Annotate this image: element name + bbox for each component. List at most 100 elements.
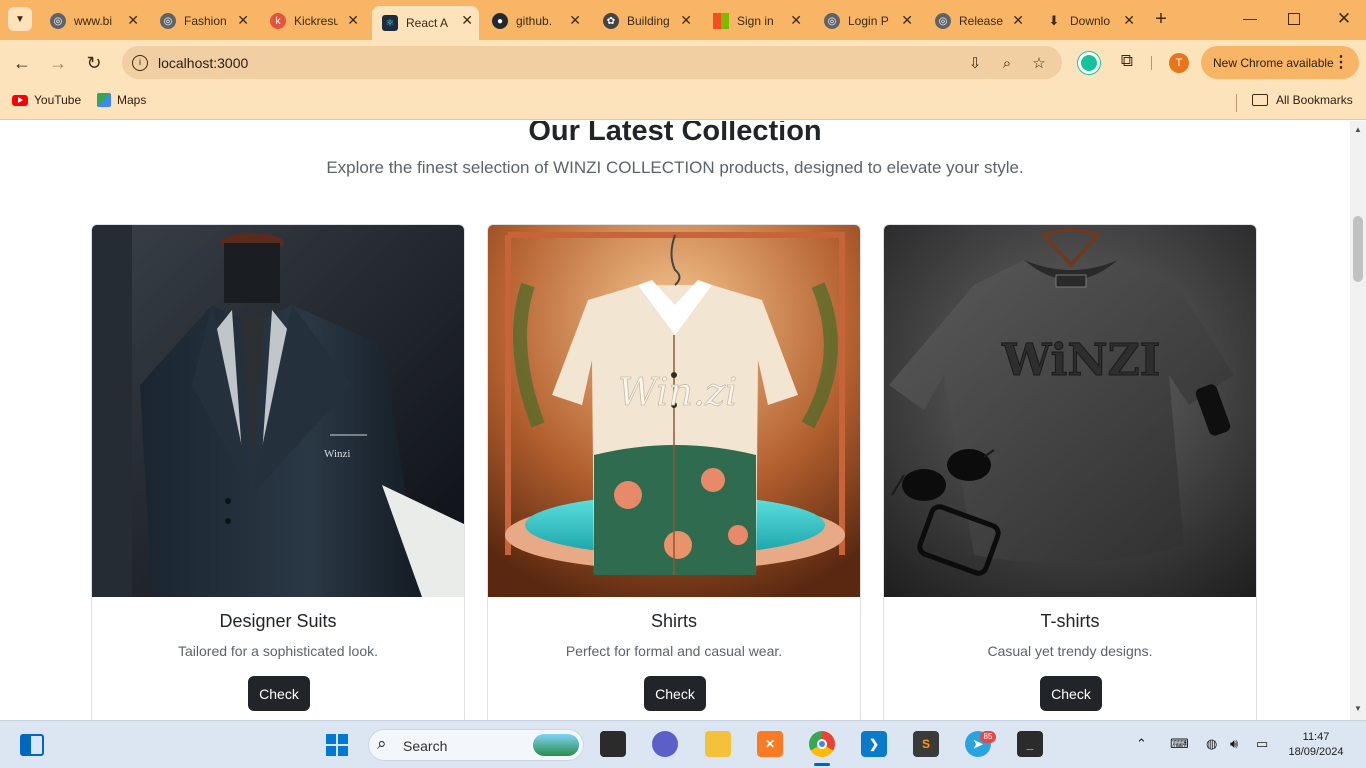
openai-icon: ✿ — [603, 13, 619, 29]
volume-icon[interactable]: 🔊︎ — [1230, 736, 1238, 752]
shirt-image: Win.zi — [488, 225, 860, 597]
card-description: Casual yet trendy designs. — [987, 643, 1153, 659]
close-icon[interactable]: ✕ — [1012, 12, 1024, 28]
minimize-icon[interactable]: — — [1240, 10, 1260, 30]
product-card-t-shirts: WiNZI T-shirts Casual yet trendy designs… — [883, 224, 1257, 720]
maps-icon — [97, 93, 111, 107]
clock-date: 18/09/2024 — [1288, 746, 1344, 758]
scroll-down-arrow[interactable]: ▼ — [1354, 704, 1362, 713]
github-icon: ● — [492, 13, 508, 29]
youtube-icon — [12, 94, 28, 106]
globe-icon: ◎ — [50, 13, 66, 29]
close-icon[interactable]: ✕ — [347, 12, 359, 28]
kickresume-icon: k — [270, 13, 286, 29]
search-highlight-icon — [533, 734, 579, 756]
page-content: Our Latest Collection Explore the finest… — [0, 121, 1350, 720]
close-icon[interactable]: ✕ — [461, 12, 473, 28]
page-scrollbar[interactable]: ▲ ▼ — [1350, 121, 1366, 720]
page-title: Our Latest Collection — [528, 121, 822, 147]
tab-0[interactable]: ◎ www.bi ✕ — [40, 6, 145, 36]
widgets-icon[interactable] — [20, 734, 44, 756]
close-icon[interactable]: ✕ — [790, 12, 802, 28]
address-bar[interactable]: i localhost:3000 ⇩ ⌕ ☆ — [122, 46, 1062, 79]
tab-9[interactable]: ⬇ Downlo ✕ — [1036, 6, 1141, 36]
show-hidden-icons[interactable]: ⌃ — [1136, 736, 1147, 752]
install-app-icon[interactable]: ⇩ — [964, 52, 986, 74]
restore-icon[interactable] — [1288, 13, 1300, 25]
close-icon[interactable]: ✕ — [237, 12, 249, 28]
microsoft-icon — [713, 13, 729, 29]
bookmarks-divider — [1236, 94, 1237, 112]
suit-logo: Winzi — [324, 448, 350, 460]
battery-icon[interactable]: ▭ — [1256, 736, 1268, 752]
tab-8[interactable]: ◎ Release ✕ — [925, 6, 1030, 36]
clock-time: 11:47 — [1302, 731, 1330, 743]
browser-toolbar: ← → ↻ i localhost:3000 ⇩ ⌕ ☆ ⧉ T New Chr… — [0, 40, 1366, 85]
close-icon[interactable]: ✕ — [1123, 12, 1135, 28]
tab-search-button[interactable]: ▼ — [8, 7, 32, 31]
search-icon: ⌕ — [377, 734, 387, 753]
zoom-icon[interactable]: ⌕ — [996, 52, 1018, 74]
tab-4[interactable]: ● github. ✕ — [482, 6, 587, 36]
more-menu-icon[interactable]: ⋮ — [1333, 52, 1349, 72]
card-title: Shirts — [650, 611, 697, 631]
chrome-icon[interactable] — [809, 731, 835, 757]
globe-icon: ◎ — [935, 13, 951, 29]
check-button-shirts[interactable]: Check — [644, 676, 706, 711]
clock[interactable]: 11:47 18/09/2024 — [1284, 730, 1348, 760]
new-chrome-available-button[interactable]: New Chrome available ⋮ — [1201, 46, 1359, 79]
close-icon[interactable]: ✕ — [901, 12, 913, 28]
taskbar-search[interactable]: ⌕ Search — [368, 729, 584, 761]
task-view-icon[interactable] — [600, 731, 626, 757]
tab-2[interactable]: k Kickresu ✕ — [260, 6, 365, 36]
profile-avatar[interactable]: T — [1169, 53, 1189, 73]
scroll-up-arrow[interactable]: ▲ — [1354, 125, 1362, 134]
tab-5[interactable]: ✿ Building ✕ — [593, 6, 698, 36]
react-icon: ⚛ — [382, 15, 398, 31]
tshirt-logo: WiNZI — [1001, 335, 1160, 386]
tab-1[interactable]: ◎ Fashion ✕ — [150, 6, 255, 36]
close-icon[interactable]: ✕ — [680, 12, 692, 28]
page-subtitle: Explore the finest selection of WINZI CO… — [326, 158, 1024, 177]
tab-3[interactable]: ⚛ React A ✕ — [372, 6, 479, 40]
suit-image: Winzi — [92, 225, 464, 597]
start-icon[interactable] — [326, 734, 348, 756]
bookmark-maps[interactable]: Maps — [97, 93, 146, 107]
globe-icon: ◎ — [824, 13, 840, 29]
reload-icon[interactable]: ↻ — [81, 50, 107, 76]
grammarly-icon[interactable] — [1078, 52, 1100, 74]
back-icon[interactable]: ← — [9, 50, 35, 76]
check-button-t-shirts[interactable]: Check — [1040, 676, 1102, 711]
chat-icon[interactable] — [652, 731, 678, 757]
tab-strip: ▼ ◎ www.bi ✕ ◎ Fashion ✕ k Kickresu ✕ ⚛ … — [0, 0, 1366, 40]
close-icon[interactable]: ✕ — [569, 12, 581, 28]
tab-7[interactable]: ◎ Login P ✕ — [814, 6, 919, 36]
extensions-icon[interactable]: ⧉ — [1116, 51, 1138, 73]
language-icon[interactable]: ◍ — [1206, 736, 1217, 752]
update-label: New Chrome available — [1213, 55, 1334, 70]
shirt-logo: Win.zi — [618, 370, 737, 414]
bookmark-youtube[interactable]: YouTube — [12, 93, 81, 107]
bookmark-star-icon[interactable]: ☆ — [1028, 52, 1050, 74]
forward-icon[interactable]: → — [45, 50, 71, 76]
keyboard-icon[interactable]: ⌨ — [1170, 736, 1189, 752]
site-info-icon[interactable]: i — [132, 55, 148, 71]
telegram-badge: 85 — [980, 731, 996, 743]
tab-6[interactable]: Sign in ✕ — [703, 6, 808, 36]
vscode-icon[interactable]: ❯ — [861, 731, 887, 757]
terminal-icon[interactable]: _ — [1017, 731, 1043, 757]
check-button-designer-suits[interactable]: Check — [248, 676, 310, 711]
chrome-active-indicator — [814, 763, 830, 766]
bookmarks-bar: YouTube Maps All Bookmarks — [0, 85, 1366, 120]
xampp-icon[interactable]: ✕ — [757, 731, 783, 757]
all-bookmarks-button[interactable]: All Bookmarks — [1252, 93, 1353, 107]
new-tab-button[interactable]: + — [1150, 8, 1172, 30]
folder-icon — [1252, 94, 1268, 106]
globe-icon: ◎ — [160, 13, 176, 29]
file-explorer-icon[interactable] — [705, 731, 731, 757]
scrollbar-thumb[interactable] — [1353, 216, 1363, 282]
sublime-text-icon[interactable]: S — [913, 731, 939, 757]
product-card-shirts: Win.zi Shirts Perfect for formal and cas… — [487, 224, 861, 720]
window-close-icon[interactable]: ✕ — [1334, 9, 1354, 29]
close-icon[interactable]: ✕ — [127, 12, 139, 28]
